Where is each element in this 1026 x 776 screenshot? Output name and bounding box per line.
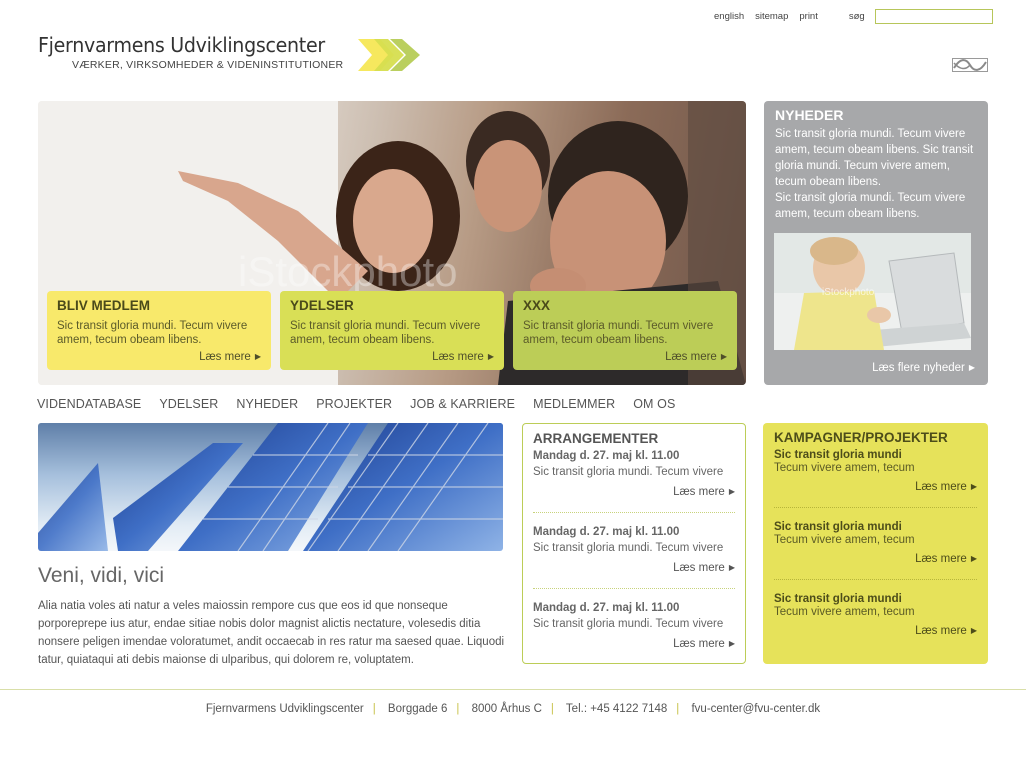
divider	[774, 507, 977, 508]
campaign-item[interactable]: Sic transit gloria mundi Tecum vivere am…	[774, 593, 977, 665]
campaign-text: Tecum vivere amem, tecum	[774, 606, 915, 618]
intro-article: Veni, vidi, vici Alia natia voles ati na…	[38, 564, 508, 669]
logo-title: Fjernvarmens Udviklingscenter	[38, 33, 325, 57]
site-logo[interactable]: Fjernvarmens Udviklingscenter VÆRKER, VI…	[38, 33, 343, 71]
watermark: iStockphoto	[238, 248, 457, 295]
event-item[interactable]: Mandag d. 27. maj kl. 11.00 Sic transit …	[533, 450, 735, 526]
read-more-link[interactable]: Læs mere ▶	[673, 486, 735, 498]
card-title: YDELSER	[290, 298, 354, 313]
campaigns-title: KAMPAGNER/PROJEKTER	[774, 430, 948, 445]
campaign-title: Sic transit gloria mundi	[774, 449, 902, 461]
card-xxx[interactable]: XXX Sic transit gloria mundi. Tecum vive…	[513, 291, 737, 370]
card-title: BLIV MEDLEM	[57, 298, 150, 313]
campaign-text: Tecum vivere amem, tecum	[774, 534, 915, 546]
footer-divider	[0, 689, 1026, 690]
solar-panels-photo	[38, 423, 503, 551]
logo-arrows-icon	[358, 39, 420, 71]
footer-name: Fjernvarmens Udviklingscenter	[205, 703, 364, 715]
card-bliv-medlem[interactable]: BLIV MEDLEM Sic transit gloria mundi. Te…	[47, 291, 271, 370]
read-more-link[interactable]: Læs mere ▶	[432, 351, 494, 363]
footer-email-link[interactable]: fvu-center@fvu-center.dk	[691, 703, 820, 715]
campaign-item[interactable]: Sic transit gloria mundi Tecum vivere am…	[774, 521, 977, 593]
article-title: Veni, vidi, vici	[38, 564, 165, 587]
triangle-right-icon: ▶	[487, 352, 494, 361]
campaign-text: Tecum vivere amem, tecum	[774, 462, 915, 474]
footer-city: 8000 Århus C	[471, 703, 542, 715]
footer: Fjernvarmens Udviklingscenter | Borggade …	[205, 703, 821, 715]
divider	[533, 588, 735, 589]
event-item[interactable]: Mandag d. 27. maj kl. 11.00 Sic transit …	[533, 526, 735, 602]
news-item[interactable]: Sic transit gloria mundi. Tecum vivere a…	[775, 190, 977, 222]
baby-laptop-photo: iStockphoto	[774, 233, 971, 350]
event-item[interactable]: Mandag d. 27. maj kl. 11.00 Sic transit …	[533, 602, 735, 678]
utility-bar: english sitemap print søg	[714, 9, 993, 24]
search-input[interactable]	[874, 9, 993, 24]
nav-medlemmer[interactable]: MEDLEMMER	[533, 397, 615, 411]
triangle-right-icon: ▶	[970, 626, 977, 635]
district-heating-logo-icon	[952, 58, 988, 72]
search-label: søg	[848, 11, 865, 22]
triangle-right-icon: ▶	[728, 487, 735, 496]
english-link[interactable]: english	[714, 11, 744, 22]
read-more-link[interactable]: Læs mere ▶	[673, 638, 735, 650]
read-more-link[interactable]: Læs mere ▶	[665, 351, 727, 363]
card-text: Sic transit gloria mundi. Tecum vivere a…	[523, 320, 714, 346]
triangle-right-icon: ▶	[970, 482, 977, 491]
news-title: NYHEDER	[775, 107, 844, 123]
read-more-link[interactable]: Læs mere ▶	[915, 625, 977, 637]
news-panel: NYHEDER Sic transit gloria mundi. Tecum …	[764, 101, 988, 385]
footer-street: Borggade 6	[387, 703, 448, 715]
card-text: Sic transit gloria mundi. Tecum vivere a…	[290, 320, 481, 346]
campaign-item[interactable]: Sic transit gloria mundi Tecum vivere am…	[774, 449, 977, 521]
events-title: ARRANGEMENTER	[533, 431, 659, 446]
footer-phone: Tel.: +45 4122 7148	[565, 703, 668, 715]
print-link[interactable]: print	[799, 11, 817, 22]
read-more-link[interactable]: Læs mere ▶	[673, 562, 735, 574]
event-date: Mandag d. 27. maj kl. 11.00	[533, 450, 680, 462]
triangle-right-icon: ▶	[728, 563, 735, 572]
campaign-title: Sic transit gloria mundi	[774, 593, 902, 605]
event-date: Mandag d. 27. maj kl. 11.00	[533, 602, 680, 614]
main-nav: VIDENDATABASE YDELSER NYHEDER PROJEKTER …	[37, 397, 693, 411]
nav-videndatabase[interactable]: VIDENDATABASE	[37, 397, 141, 411]
logo-subtitle: VÆRKER, VIRKSOMHEDER & VIDENINSTITUTIONE…	[72, 59, 344, 71]
event-text: Sic transit gloria mundi. Tecum vivere	[533, 542, 724, 554]
divider	[774, 579, 977, 580]
campaigns-panel: KAMPAGNER/PROJEKTER Sic transit gloria m…	[763, 423, 988, 664]
campaign-title: Sic transit gloria mundi	[774, 521, 902, 533]
more-news-link[interactable]: Læs flere nyheder ▶	[872, 362, 975, 374]
nav-job-karriere[interactable]: JOB & KARRIERE	[410, 397, 515, 411]
card-title: XXX	[523, 298, 551, 313]
svg-text:iStockphoto: iStockphoto	[822, 287, 875, 298]
article-body: Alia natia voles ati natur a veles maios…	[38, 600, 505, 666]
read-more-link[interactable]: Læs mere ▶	[199, 351, 261, 363]
event-date: Mandag d. 27. maj kl. 11.00	[533, 526, 680, 538]
hero-banner: iStockphoto BLIV MEDLEM Sic transit glor…	[38, 101, 746, 385]
triangle-right-icon: ▶	[968, 363, 975, 372]
card-text: Sic transit gloria mundi. Tecum vivere a…	[57, 320, 248, 346]
news-thumbnail[interactable]: iStockphoto	[774, 233, 971, 350]
divider	[533, 512, 735, 513]
nav-projekter[interactable]: PROJEKTER	[316, 397, 392, 411]
nav-nyheder[interactable]: NYHEDER	[236, 397, 298, 411]
event-text: Sic transit gloria mundi. Tecum vivere	[533, 466, 724, 478]
read-more-link[interactable]: Læs mere ▶	[915, 481, 977, 493]
nav-om-os[interactable]: OM OS	[633, 397, 675, 411]
nav-ydelser[interactable]: YDELSER	[159, 397, 218, 411]
triangle-right-icon: ▶	[254, 352, 261, 361]
triangle-right-icon: ▶	[720, 352, 727, 361]
sitemap-link[interactable]: sitemap	[755, 11, 788, 22]
triangle-right-icon: ▶	[970, 554, 977, 563]
solar-panels-image	[38, 423, 503, 551]
read-more-link[interactable]: Læs mere ▶	[915, 553, 977, 565]
event-text: Sic transit gloria mundi. Tecum vivere	[533, 618, 724, 630]
events-panel: ARRANGEMENTER Mandag d. 27. maj kl. 11.0…	[522, 423, 746, 664]
triangle-right-icon: ▶	[728, 639, 735, 648]
news-item[interactable]: Sic transit gloria mundi. Tecum vivere a…	[775, 126, 977, 190]
card-ydelser[interactable]: YDELSER Sic transit gloria mundi. Tecum …	[280, 291, 504, 370]
